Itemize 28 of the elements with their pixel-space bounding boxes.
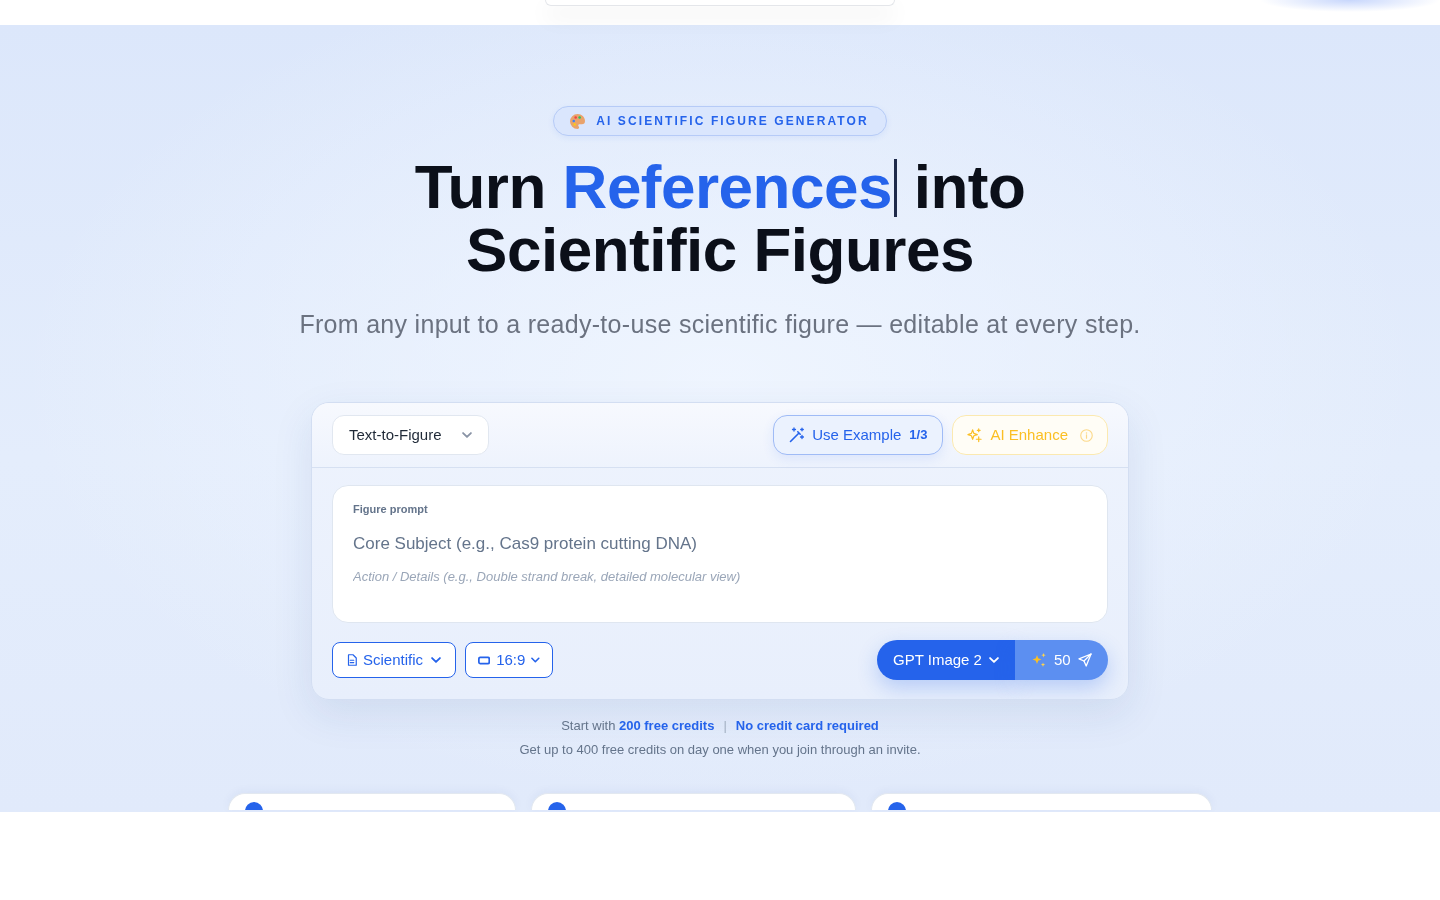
credits-offer: Start with 200 free credits — [561, 717, 715, 735]
input-field[interactable]: Core Subject (e.g., Cas9 protein cutting DNA) — [353, 532, 1087, 556]
chevron-down-icon — [462, 432, 472, 438]
example-counter: 1/3 — [909, 426, 928, 445]
info-icon — [1080, 428, 1093, 442]
ratio-select[interactable]: 16:9 — [465, 642, 553, 678]
separator: | — [723, 717, 727, 735]
chevron-down-icon — [989, 657, 999, 663]
chevron-down-icon — [431, 657, 441, 663]
input-field[interactable]: Action / Details (e.g., Double strand break, detailed molecular view) — [353, 568, 1087, 586]
invite-note: Get up to 400 free credits on day one when you join through an invite. — [519, 741, 921, 759]
palette-icon — [570, 113, 586, 129]
style-select[interactable]: Scientific — [332, 642, 456, 678]
subtitle: From any input to a ready-to-use scientific figure — editable at every step. — [299, 309, 1141, 340]
rectangle-icon — [478, 655, 491, 665]
document-icon — [347, 654, 357, 666]
sparkles-icon — [967, 427, 983, 443]
sparkles-icon — [1031, 652, 1047, 668]
magic-wand-icon — [789, 427, 806, 443]
chevron-down-icon — [531, 657, 540, 663]
use-example-button[interactable]: Use Example 1/3 — [773, 415, 944, 455]
send-icon — [1078, 653, 1092, 667]
badge-text: AI SCIENTIFIC FIGURE GENERATOR — [596, 113, 869, 130]
field-label: Figure prompt — [353, 502, 429, 516]
credits-note: No credit card required — [735, 717, 879, 735]
mode-select[interactable]: Text-to-Figure — [332, 415, 489, 455]
generate-button[interactable]: 50 — [1015, 640, 1108, 680]
model-select[interactable]: GPT Image 2 — [877, 640, 1015, 680]
